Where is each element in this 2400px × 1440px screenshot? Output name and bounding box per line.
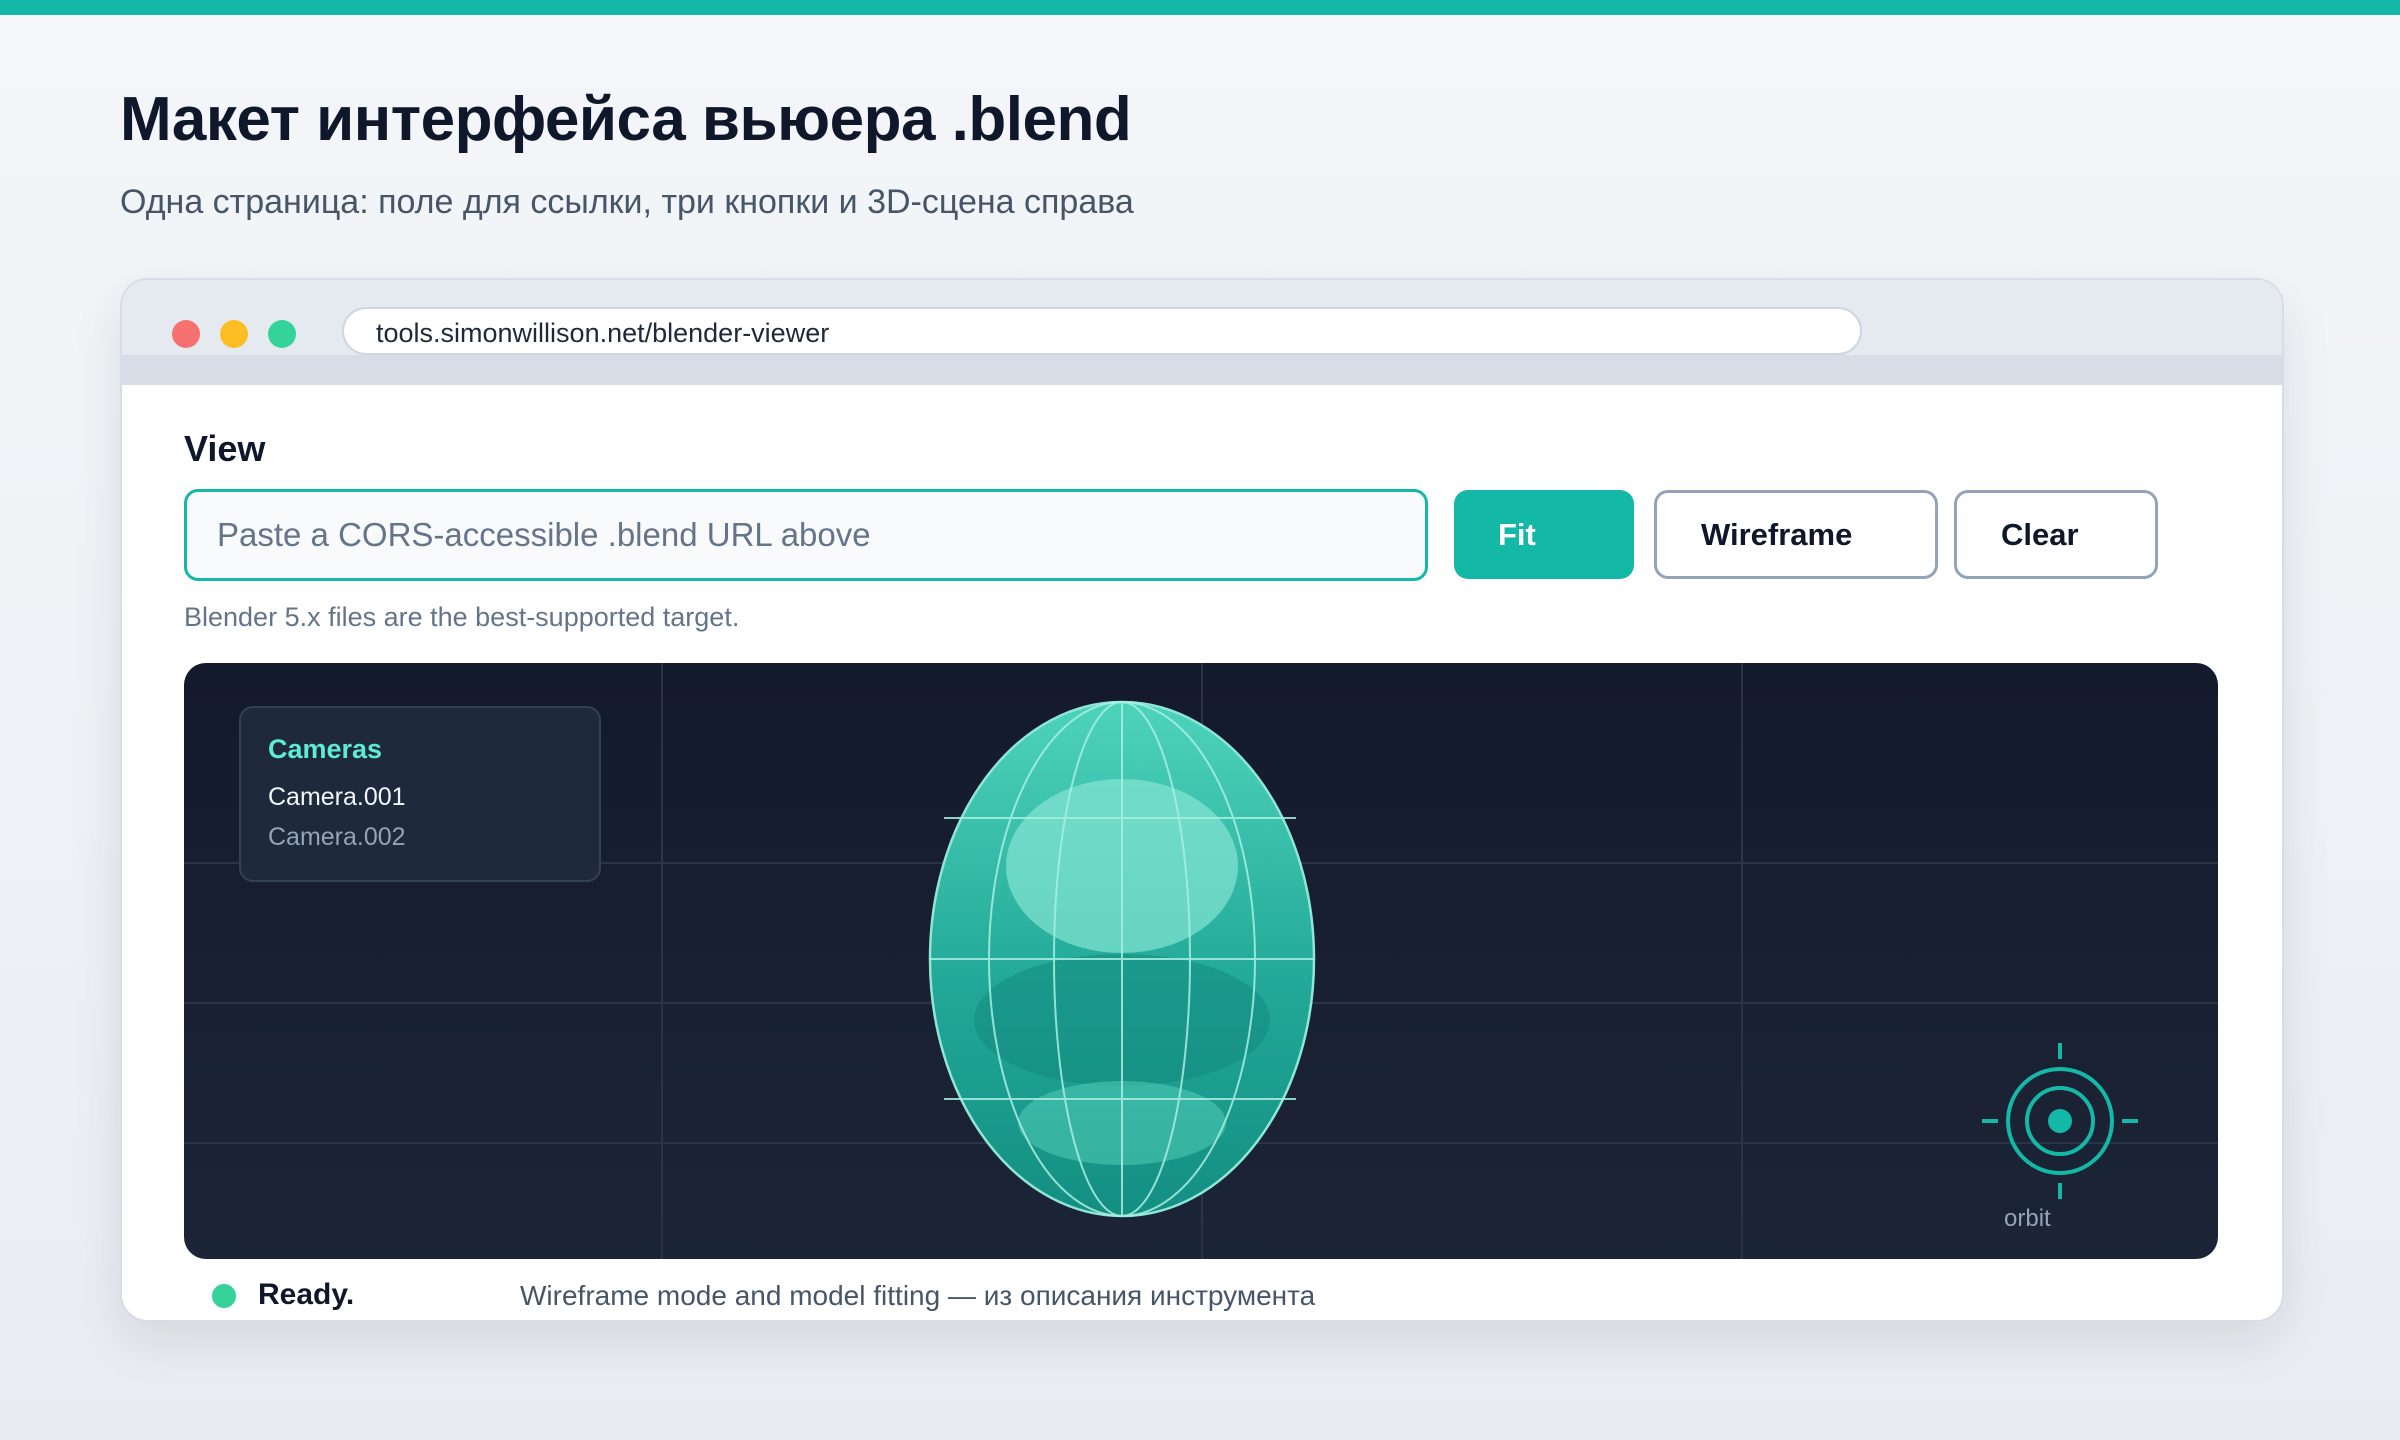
camera-item[interactable]: Camera.002 [268,823,406,852]
camera-item[interactable]: Camera.001 [268,783,406,812]
address-bar[interactable]: tools.simonwillison.net/blender-viewer [342,307,1862,355]
cameras-panel: Cameras Camera.001 Camera.002 [239,706,601,882]
format-hint: Blender 5.x files are the best-supported… [184,602,740,632]
top-accent-bar [0,0,2400,15]
fit-button[interactable]: Fit [1454,490,1634,579]
view-section-label: View [184,428,266,469]
browser-chrome: tools.simonwillison.net/blender-viewer [122,280,2282,385]
status-text: Ready. [258,1278,355,1311]
wireframe-button[interactable]: Wireframe [1654,490,1938,579]
orbit-label: orbit [2004,1205,2051,1232]
3d-viewport[interactable]: Cameras Camera.001 Camera.002 orbit [184,663,2218,1259]
status-indicator-dot [212,1284,236,1308]
page-subtitle: Одна страница: поле для ссылки, три кноп… [120,183,1134,221]
minimize-window-button[interactable] [220,320,248,348]
orbit-gizmo-icon [1982,1043,2138,1199]
blend-url-input[interactable] [184,489,1428,581]
chrome-band [122,355,2282,385]
page-title: Макет интерфейса вьюера .blend [120,85,1132,154]
cameras-panel-title: Cameras [268,734,383,764]
viewer-page: View Fit Wireframe Clear Blender 5.x fil… [122,385,2282,1320]
maximize-window-button[interactable] [268,320,296,348]
model-mesh [928,700,1316,1218]
clear-button[interactable]: Clear [1954,490,2158,579]
browser-window: tools.simonwillison.net/blender-viewer V… [120,278,2284,1322]
status-note: Wireframe mode and model fitting — из оп… [520,1280,1316,1311]
close-window-button[interactable] [172,320,200,348]
